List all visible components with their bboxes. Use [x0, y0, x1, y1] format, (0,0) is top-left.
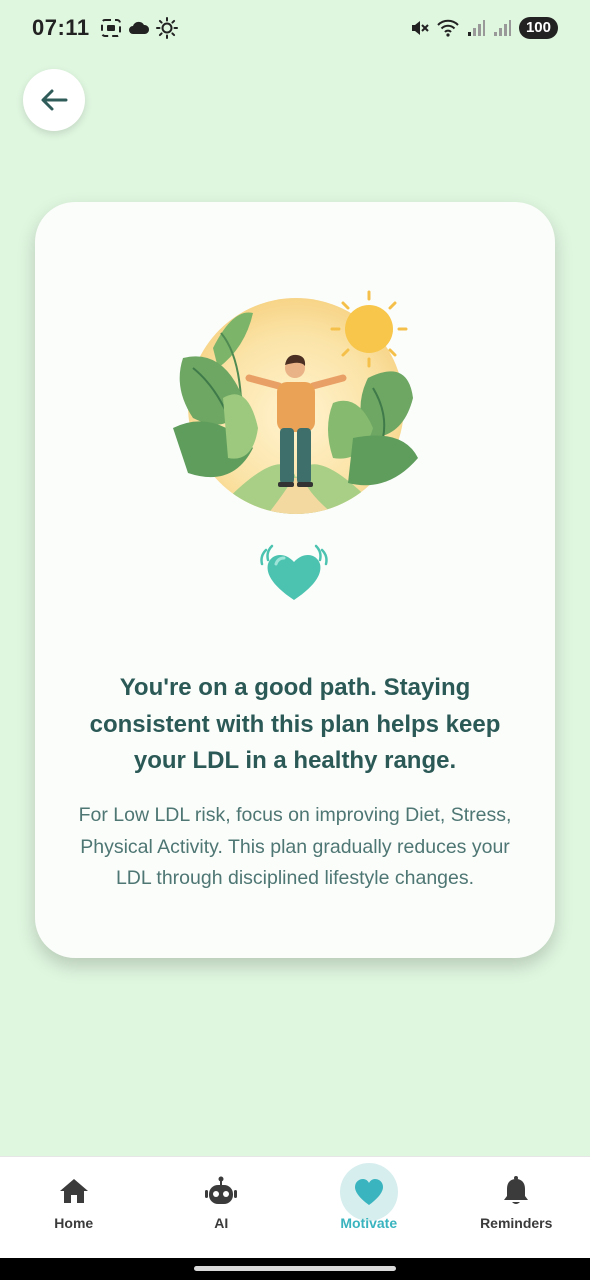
signal-icon: [493, 20, 511, 36]
status-left: 07:11: [32, 15, 178, 41]
screenshot-icon: [100, 19, 121, 37]
nav-item-reminders[interactable]: Reminders: [443, 1157, 590, 1258]
nav-icon-wrap: [45, 1169, 103, 1213]
heart-icon: [260, 544, 328, 600]
nav-icon-wrap: [192, 1169, 250, 1213]
motivation-body: For Low LDL risk, focus on improving Die…: [78, 804, 512, 889]
nav-label-home: Home: [54, 1215, 94, 1231]
heart-icon: [354, 1178, 383, 1205]
motivation-headline: You're on a good path. Staying consisten…: [89, 674, 501, 774]
nav-label-motivate: Motivate: [340, 1215, 398, 1231]
nav-item-motivate[interactable]: Motivate: [295, 1157, 442, 1258]
nav-icon-wrap: [487, 1169, 545, 1213]
person-nature-illustration: [173, 290, 418, 514]
nav-label-reminders: Reminders: [480, 1215, 553, 1231]
motivation-card: You're on a good path. Staying consisten…: [35, 202, 555, 958]
nav-label-ai: AI: [214, 1215, 229, 1231]
arrow-left-icon: [41, 89, 68, 111]
status-icons-left: [100, 17, 178, 39]
home-icon: [59, 1179, 88, 1203]
nav-item-home[interactable]: Home: [0, 1157, 147, 1258]
sun-icon: [155, 17, 178, 39]
back-button[interactable]: [23, 69, 85, 131]
status-bar: 07:11 100: [0, 0, 590, 56]
mute-icon: [411, 21, 429, 35]
status-right: 100: [409, 17, 558, 39]
signal-icon: [467, 20, 485, 36]
robot-icon: [205, 1176, 238, 1204]
nav-icon-wrap-active: [339, 1163, 398, 1221]
bottom-nav: Home AI Motivate Reminders: [0, 1156, 590, 1258]
wifi-icon: [437, 19, 459, 37]
nav-item-ai[interactable]: AI: [148, 1157, 295, 1258]
cloud-icon: [128, 21, 149, 34]
status-time: 07:11: [32, 15, 90, 40]
home-indicator[interactable]: [194, 1266, 396, 1271]
bell-icon: [504, 1176, 529, 1204]
battery-indicator: 100: [518, 17, 558, 39]
